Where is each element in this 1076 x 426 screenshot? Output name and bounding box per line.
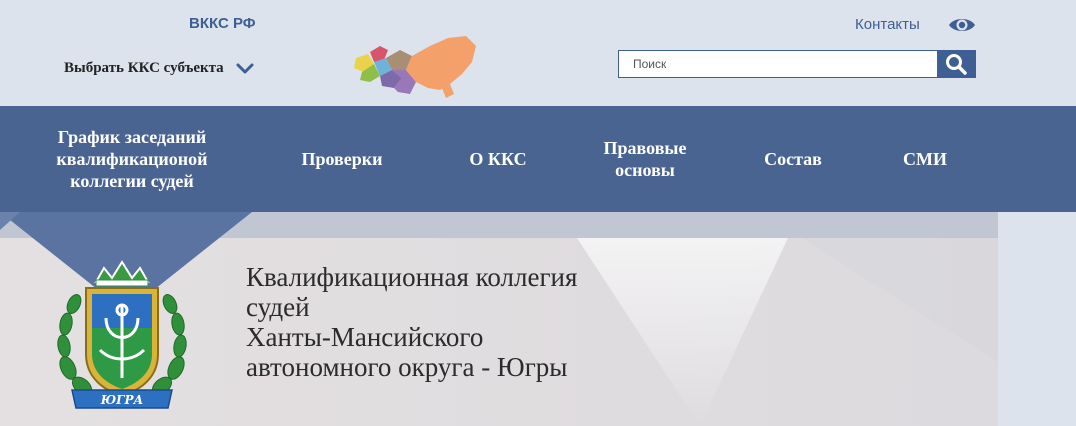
nav-item-members[interactable]: Состав [740, 106, 846, 212]
region-select-label: Выбрать ККС субъекта [64, 60, 224, 76]
contacts-link[interactable]: Контакты [855, 16, 920, 33]
vkks-link[interactable]: ВККС РФ [189, 15, 256, 32]
chevron-down-icon [236, 63, 254, 73]
emblem-ribbon-text: ЮГРА [100, 393, 144, 407]
russia-map-icon[interactable] [350, 32, 480, 102]
nav-item-schedule[interactable]: График заседаний квалификационой коллеги… [22, 106, 242, 212]
court-title-line: Квалификационная коллегия [246, 262, 578, 292]
nav-item-legal-basis[interactable]: Правовые основы [580, 106, 710, 212]
court-title: Квалификационная коллегия судей Ханты-Ма… [246, 262, 766, 382]
banner-side-filler [998, 212, 1076, 426]
search-icon [946, 54, 967, 75]
court-title-line: судей [246, 292, 310, 322]
search-form [618, 50, 976, 78]
court-title-line: Ханты-Мансийского [246, 322, 484, 352]
main-nav: График заседаний квалификационой коллеги… [0, 106, 1076, 212]
region-select[interactable]: Выбрать ККС субъекта [64, 60, 254, 77]
eye-icon[interactable] [948, 15, 976, 35]
header: ВККС РФ Выбрать ККС субъекта Контакты [0, 0, 1076, 106]
search-button[interactable] [937, 51, 975, 77]
nav-item-inspections[interactable]: Проверки [272, 106, 412, 212]
nav-item-about[interactable]: О ККС [446, 106, 550, 212]
coat-of-arms-icon: ЮГРА [57, 260, 187, 409]
nav-item-media[interactable]: СМИ [880, 106, 970, 212]
banner: ЮГРА Квалификационная коллегия судей Хан… [0, 212, 998, 426]
search-input[interactable] [619, 51, 937, 77]
court-title-line: автономного округа - Югры [246, 352, 568, 382]
